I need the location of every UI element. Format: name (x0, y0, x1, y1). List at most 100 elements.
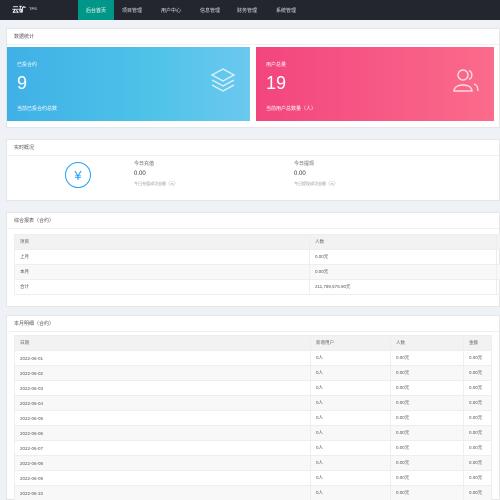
nav-item-projects[interactable]: 项目管理 (114, 0, 150, 20)
nav-item-system[interactable]: 系统管理 (266, 0, 306, 20)
table-cell: 0.00元 (390, 440, 464, 456)
stat-card-contracts: 已投合约 9 当前已投合约总数 (7, 47, 250, 121)
table-cell: 0人 (310, 470, 391, 486)
realtime-label: 今日充值 (134, 161, 155, 167)
table-cell: 2022-06-02 (14, 365, 311, 381)
table-cell: 2022-06-06 (14, 425, 311, 441)
table-cell: 0.00元 (309, 264, 497, 280)
table-cell: 2022-06-10 (14, 485, 311, 500)
table-cell: 2022-06-03 (14, 380, 311, 396)
summary-panel: 综合报表（合约） 项目 人数 上月 0.00元 本月 0.00元 合计 211,… (6, 212, 500, 307)
summary-table: 项目 人数 上月 0.00元 本月 0.00元 合计 211,789,576.9… (14, 234, 500, 295)
table-cell: 0.00元 (463, 455, 492, 471)
detail-table: 日期 新增用户 人数 金额 2022-06-01 0人 0.00元 0.00元 2022… (14, 335, 492, 500)
column-header: 项目 (14, 234, 310, 250)
stat-card-sub: 当前已投合约总数 (17, 106, 58, 112)
table-row: 2022-06-04 0人 0.00元 0.00元 (14, 395, 492, 411)
table-cell: 0.00元 (390, 365, 464, 381)
table-cell: 0.00元 (463, 425, 492, 441)
yen-icon: ¥ (65, 162, 91, 188)
table-cell: 0.00元 (309, 249, 497, 265)
table-row: 上月 0.00元 (14, 249, 500, 265)
stat-card-title: 已投合约 (17, 62, 38, 68)
table-cell: 0.00元 (390, 470, 464, 486)
column-header: 人数 (390, 335, 464, 351)
table-row: 2022-06-08 0人 0.00元 0.00元 (14, 455, 492, 471)
detail-panel: 本月明细（合约） 日期 新增用户 人数 金额 2022-06-01 0人 0.00元… (6, 315, 500, 500)
table-cell: 2022-06-09 (14, 470, 311, 486)
realtime-recharge: 今日充值 0.00 今日充值成功金额（元） (134, 160, 178, 187)
table-cell: 0人 (310, 365, 391, 381)
table-row: 本月 0.00元 (14, 264, 500, 280)
layers-icon (210, 67, 236, 95)
table-cell: 0人 (310, 455, 391, 471)
table-row: 2022-06-05 0人 0.00元 0.00元 (14, 410, 492, 426)
column-header: 金额 (463, 335, 492, 351)
table-cell: 0.00元 (390, 350, 464, 366)
table-cell: 0.00元 (390, 485, 464, 500)
table-row: 2022-06-07 0人 0.00元 0.00元 (14, 440, 492, 456)
realtime-title: 实时概况 (7, 140, 499, 156)
stat-card-title: 用户总量 (266, 62, 287, 68)
table-cell: 2022-06-08 (14, 455, 311, 471)
users-icon (452, 67, 480, 95)
table-header-row: 日期 新增用户 人数 金额 (14, 335, 492, 351)
table-cell: 本月 (14, 264, 310, 280)
table-cell: 上月 (14, 249, 310, 265)
column-header: 新增用户 (310, 335, 391, 351)
brand-sup: TPS (29, 5, 37, 11)
table-cell: 0.00元 (463, 380, 492, 396)
table-cell: 0人 (310, 425, 391, 441)
table-cell: 2022-06-07 (14, 440, 311, 456)
brand-logo[interactable]: 云矿 TPS (0, 0, 78, 20)
table-cell: 0.00元 (390, 455, 464, 471)
table-cell: 2022-06-04 (14, 395, 311, 411)
table-cell: 0.00元 (463, 470, 492, 486)
nav-item-home[interactable]: 后台首页 (78, 0, 114, 20)
table-header-row: 项目 人数 (14, 234, 500, 250)
summary-title: 综合报表（合约） (7, 213, 499, 229)
nav-item-users[interactable]: 用户中心 (150, 0, 192, 20)
realtime-note: 今日提现成功金额（元） (294, 181, 338, 186)
nav-item-finance[interactable]: 财务管理 (228, 0, 266, 20)
stat-card-users: 用户总量 19 当前用户总数量（人） (256, 47, 494, 121)
table-cell: 0人 (310, 440, 391, 456)
table-cell: 0人 (310, 380, 391, 396)
table-cell (496, 279, 500, 295)
table-cell: 2022-06-01 (14, 350, 311, 366)
table-cell: 0.00元 (463, 440, 492, 456)
table-cell: 0.00元 (390, 410, 464, 426)
column-header (496, 234, 500, 250)
realtime-withdraw: 今日提现 0.00 今日提现成功金额（元） (294, 160, 338, 187)
table-cell (496, 249, 500, 265)
table-row: 2022-06-06 0人 0.00元 0.00元 (14, 425, 492, 441)
table-row: 2022-06-09 0人 0.00元 0.00元 (14, 470, 492, 486)
table-cell: 0.00元 (390, 380, 464, 396)
column-header: 人数 (309, 234, 497, 250)
table-row: 2022-06-01 0人 0.00元 0.00元 (14, 350, 492, 366)
nav-item-info[interactable]: 信息管理 (192, 0, 228, 20)
table-cell: 0人 (310, 395, 391, 411)
detail-table-body: 日期 新增用户 人数 金额 2022-06-01 0人 0.00元 0.00元 2022… (14, 335, 492, 500)
detail-title: 本月明细（合约） (7, 316, 499, 332)
table-cell: 0人 (310, 410, 391, 426)
stat-card-sub: 当前用户总数量（人） (266, 106, 317, 112)
top-nav: 云矿 TPS 后台首页 项目管理 用户中心 信息管理 财务管理 系统管理 (0, 0, 500, 20)
table-cell: 0.00元 (463, 395, 492, 411)
table-cell: 0.00元 (390, 425, 464, 441)
stat-card-value: 9 (17, 73, 28, 93)
realtime-value: 0.00 (294, 171, 306, 177)
table-row: 2022-06-10 0人 0.00元 0.00元 (14, 485, 492, 500)
stats-title: 数据统计 (7, 29, 499, 45)
table-cell: 0.00元 (390, 395, 464, 411)
realtime-panel: 实时概况 ¥ 今日充值 0.00 今日充值成功金额（元） 今日提现 0.00 今… (6, 139, 500, 201)
table-cell: 0.00元 (463, 410, 492, 426)
table-cell: 0.00元 (463, 365, 492, 381)
realtime-label: 今日提现 (294, 161, 315, 167)
table-cell: 0.00元 (463, 350, 492, 366)
table-row: 合计 211,789,576.90元 (14, 279, 500, 295)
brand-name: 云矿 (12, 7, 26, 14)
table-cell: 0人 (310, 485, 391, 500)
table-cell: 211,789,576.90元 (309, 279, 497, 295)
table-cell: 2022-06-05 (14, 410, 311, 426)
